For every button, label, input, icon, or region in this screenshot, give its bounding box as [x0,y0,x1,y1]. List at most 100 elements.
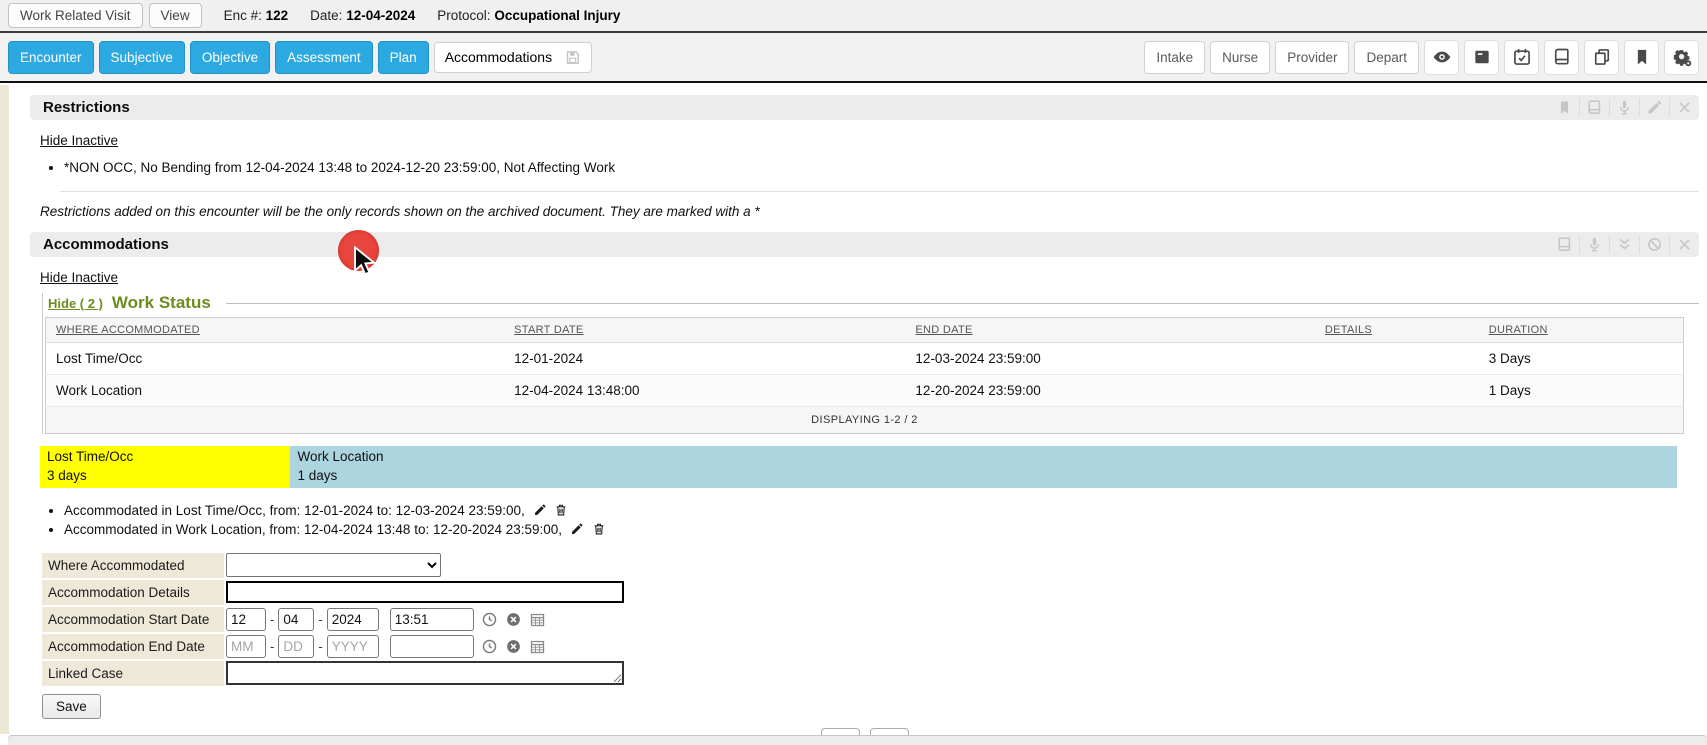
book-icon[interactable] [1549,235,1579,254]
tab-encounter[interactable]: Encounter [8,41,94,74]
eye-icon [1432,47,1452,67]
book-icon-button[interactable] [1544,40,1579,75]
copy-icon [1592,47,1612,67]
linked-case-label: Linked Case [42,661,224,686]
delete-trash-icon[interactable] [592,522,606,536]
calendar-check-icon [1512,47,1532,67]
work-status-hide-link[interactable]: Hide ( 2 ) [48,296,103,311]
protocol: Protocol: Occupational Injury [437,8,620,23]
ban-icon[interactable] [1639,235,1669,254]
restrictions-note: Restrictions added on this encounter wil… [40,204,1699,219]
clock-icon[interactable] [481,638,498,655]
tab-objective[interactable]: Objective [190,41,270,74]
clock-icon[interactable] [481,611,498,628]
calendar-icon[interactable] [529,638,546,655]
accommodation-end-date-label: Accommodation End Date [42,634,224,659]
accommodation-timeline: Lost Time/Occ 3 days Work Location 1 day… [40,446,1677,488]
tab-bar: Encounter Subjective Objective Assessmen… [0,33,1707,83]
encounter-number: Enc #: 122 [224,8,289,23]
bookmark-icon [1632,47,1652,67]
clear-icon[interactable] [505,638,522,655]
tab-plan[interactable]: Plan [378,41,429,74]
where-accommodated-select[interactable] [226,553,441,577]
start-month-input[interactable] [226,608,266,631]
restrictions-hide-inactive-link[interactable]: Hide Inactive [40,133,118,148]
depart-button[interactable]: Depart [1354,41,1419,74]
list-item: Accommodated in Lost Time/Occ, from: 12-… [64,501,1699,520]
date-separator: - [318,639,322,654]
bookmark-icon[interactable] [1549,98,1579,117]
copy-icon-button[interactable] [1584,40,1619,75]
legend-rule [226,303,1699,304]
table-footer-row: DISPLAYING 1-2 / 2 [46,407,1684,434]
start-year-input[interactable] [327,608,379,631]
work-status-panel: Hide ( 2 ) Work Status WHERE ACCOMMODATE… [42,293,1699,434]
eye-icon-button[interactable] [1424,40,1459,75]
end-year-input[interactable] [327,635,379,658]
tab-subjective[interactable]: Subjective [99,41,185,74]
accommodation-details-input[interactable] [226,581,624,603]
save-floppy-icon [564,49,581,66]
col-where-accommodated[interactable]: WHERE ACCOMMODATED [46,318,505,343]
paging-status: DISPLAYING 1-2 / 2 [46,407,1684,434]
microphone-icon[interactable] [1609,98,1639,117]
next-section-edge [8,735,1707,745]
accommodations-section-header: Accommodations [30,232,1699,257]
calendar-check-icon-button[interactable] [1504,40,1539,75]
close-icon[interactable] [1669,98,1699,117]
end-day-input[interactable] [278,635,314,658]
date-separator: - [270,639,274,654]
edit-pencil-icon[interactable] [570,522,584,536]
restrictions-title: Restrictions [43,99,130,116]
timeline-segment: Lost Time/Occ 3 days [40,446,290,488]
work-status-table: WHERE ACCOMMODATED START DATE END DATE D… [45,317,1684,434]
restrictions-section-header: Restrictions [30,95,1699,120]
save-button[interactable]: Save [42,694,101,719]
view-button[interactable]: View [149,3,202,28]
restrictions-divider [60,191,1699,192]
left-margin-strip [0,85,9,734]
end-month-input[interactable] [226,635,266,658]
accommodations-hide-inactive-link[interactable]: Hide Inactive [40,270,118,285]
archive-box-icon [1472,47,1492,67]
timeline-segment: Work Location 1 days [290,446,1677,488]
top-bar: Work Related Visit View Enc #: 122 Date:… [0,0,1707,33]
collapse-chevrons-icon[interactable] [1609,235,1639,254]
tab-accommodations-active[interactable]: Accommodations [434,42,592,73]
col-start-date[interactable]: START DATE [504,318,905,343]
nurse-button[interactable]: Nurse [1210,41,1270,74]
start-time-input[interactable] [390,608,474,631]
book-icon[interactable] [1579,98,1609,117]
delete-trash-icon[interactable] [554,503,568,517]
calendar-icon[interactable] [529,611,546,628]
provider-button[interactable]: Provider [1275,41,1349,74]
work-related-visit-button[interactable]: Work Related Visit [8,3,143,28]
col-details[interactable]: DETAILS [1315,318,1479,343]
list-item: Accommodated in Work Location, from: 12-… [64,520,1699,539]
table-row[interactable]: Lost Time/Occ 12-01-2024 12-03-2024 23:5… [46,343,1684,375]
clear-icon[interactable] [505,611,522,628]
linked-case-input[interactable] [226,661,624,685]
date-separator: - [270,612,274,627]
edit-pencil-icon[interactable] [533,503,547,517]
tab-assessment[interactable]: Assessment [275,41,373,74]
intake-button[interactable]: Intake [1144,41,1205,74]
page-content: Restrictions Hide Inactive *NON OCC, No … [0,85,1707,745]
where-accommodated-label: Where Accommodated [42,553,224,578]
settings-gears-icon-button[interactable] [1664,40,1699,75]
col-duration[interactable]: DURATION [1479,318,1684,343]
accommodation-form: Where Accommodated Accommodation Details… [42,553,1699,686]
end-time-input[interactable] [390,635,474,658]
table-row[interactable]: Work Location 12-04-2024 13:48:00 12-20-… [46,375,1684,407]
restriction-item: *NON OCC, No Bending from 12-04-2024 13:… [64,158,1699,177]
start-day-input[interactable] [278,608,314,631]
col-end-date[interactable]: END DATE [905,318,1315,343]
accommodation-start-date-label: Accommodation Start Date [42,607,224,632]
book-icon [1552,47,1572,67]
archive-box-icon-button[interactable] [1464,40,1499,75]
table-header-row: WHERE ACCOMMODATED START DATE END DATE D… [46,318,1684,343]
close-icon[interactable] [1669,235,1699,254]
bookmark-icon-button[interactable] [1624,40,1659,75]
pencil-icon[interactable] [1639,98,1669,117]
microphone-icon[interactable] [1579,235,1609,254]
